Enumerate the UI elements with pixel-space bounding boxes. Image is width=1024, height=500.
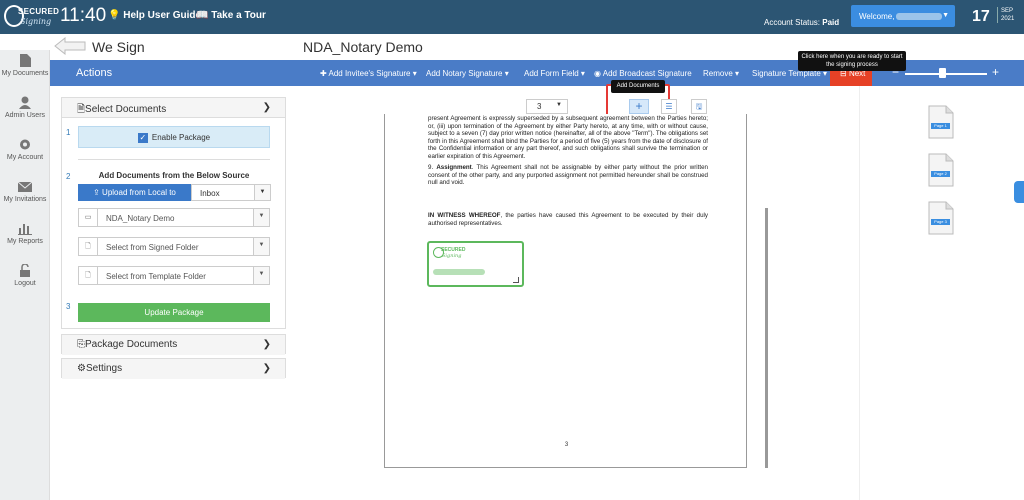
broadcast-icon: ◉ [594, 69, 601, 78]
settings-panel[interactable]: ⚙Settings ❯ [61, 358, 286, 379]
add-form-field-menu[interactable]: Add Form Field ▾ [524, 69, 585, 78]
date-day: 17 [972, 8, 990, 25]
chevron-down-icon: ❯ [262, 363, 271, 374]
book-icon: 📖 [196, 10, 209, 21]
settings-header[interactable]: ⚙Settings ❯ [62, 359, 285, 379]
help-user-guide-link[interactable]: 💡 Help User Guide [108, 10, 201, 21]
caret-down-icon: ▼ [942, 12, 949, 19]
signed-folder-select[interactable]: 🗋 Select from Signed Folder ▼ [78, 237, 270, 256]
zoom-in-button[interactable]: + [992, 65, 999, 79]
file-icon: 🗋 [79, 267, 98, 284]
file-icon: 🗋 [79, 238, 98, 255]
upload-icon: ⇪ [93, 188, 100, 197]
sidebar-item-my-account[interactable]: My Account [0, 134, 50, 176]
resize-handle-icon[interactable] [513, 277, 519, 283]
page-thumbnail-label: Page 2 [928, 153, 954, 187]
remove-menu[interactable]: Remove ▾ [703, 69, 739, 78]
package-documents-panel[interactable]: ⎘Package Documents ❯ [61, 334, 286, 355]
sidebar-item-logout[interactable]: Logout [0, 260, 50, 302]
blurred-username [896, 13, 943, 21]
signature-field[interactable]: SECURED Signing [427, 241, 524, 287]
add-source-title: Add Documents from the Below Source [98, 171, 250, 180]
update-package-button[interactable]: Update Package [78, 303, 270, 322]
file-icon: 🗎 [77, 104, 86, 115]
inbox-icon: ▭ [79, 209, 98, 226]
add-invitee-signature-menu[interactable]: ✚ Add Invitee's Signature ▾ [320, 69, 417, 78]
next-tooltip: Click here when you are ready to start t… [798, 51, 906, 71]
gear-icon [20, 139, 30, 150]
actions-title: Actions [76, 67, 113, 79]
app-title: We Sign [92, 39, 145, 55]
left-sidebar: My Documents Admin Users My Account My I… [0, 50, 50, 500]
package-documents-header[interactable]: ⎘Package Documents ❯ [62, 335, 285, 355]
select-documents-header[interactable]: 🗎Select Documents ❯ [62, 98, 285, 118]
sidebar-item-admin-users[interactable]: Admin Users [0, 92, 50, 134]
upload-from-local-button[interactable]: ⇪ Upload from Local to [78, 184, 191, 201]
envelope-icon [18, 181, 32, 192]
lock-icon [20, 264, 30, 277]
chevron-down-icon: ❯ [262, 102, 271, 113]
document-icon [20, 54, 31, 67]
check-icon: ✓ [137, 133, 148, 143]
zoom-slider-track[interactable] [905, 73, 987, 75]
reorder-icon[interactable]: ☰ [661, 99, 677, 114]
welcome-user-dropdown[interactable]: Welcome, ▼ [851, 5, 955, 27]
sidebar-item-my-reports[interactable]: My Reports [0, 218, 50, 260]
inbox-select[interactable]: Inbox ▼ [191, 184, 271, 201]
divider [78, 159, 270, 160]
sidebar-item-my-invitations[interactable]: My Invitations [0, 176, 50, 218]
add-documents-button[interactable]: + [629, 99, 649, 114]
chevron-down-icon: ❯ [262, 339, 271, 350]
zoom-slider-handle[interactable] [939, 68, 946, 78]
paragraph-term: present Agreement is expressly supersede… [428, 115, 708, 160]
page-select[interactable]: 3 ▼ [526, 99, 568, 114]
enable-package-checkbox[interactable]: ✓ Enable Package [78, 126, 270, 148]
chart-icon [18, 224, 32, 235]
paragraph-witness: IN WITNESS WHEREOF, the parties have cau… [428, 212, 709, 227]
caret-down-icon: ▼ [253, 209, 269, 226]
back-arrow-icon[interactable] [54, 37, 86, 55]
clock-time: 11:40 [60, 5, 107, 26]
secured-signing-logo[interactable]: SECURED Signing [4, 4, 59, 30]
document-title: NDA_Notary Demo [303, 39, 423, 55]
take-a-tour-link[interactable]: 📖 Take a Tour [196, 10, 266, 21]
side-tab[interactable] [1014, 181, 1024, 203]
add-broadcast-signature-menu[interactable]: ◉ Add Broadcast Signature [594, 69, 692, 78]
document-scrollbar[interactable] [765, 208, 768, 468]
caret-down-icon: ▼ [253, 238, 269, 255]
caret-down-icon: ▼ [556, 102, 562, 108]
document-page: present Agreement is expressly supersede… [384, 114, 747, 468]
document-select[interactable]: ▭ NDA_Notary Demo ▼ [78, 208, 270, 227]
blurred-signer-name [433, 269, 485, 275]
gear-icon: ⚙ [77, 363, 86, 374]
account-status: Account Status: Paid [764, 18, 840, 27]
bulb-icon: 💡 [108, 10, 121, 21]
top-bar: SECURED Signing 11:40 💡 Help User Guide … [0, 0, 1024, 34]
page-thumbnail-label: Page 1 [928, 105, 954, 139]
user-icon [19, 96, 31, 109]
add-notary-signature-menu[interactable]: Add Notary Signature ▾ [426, 69, 509, 78]
date-month-year: SEP 2021 [997, 7, 1014, 23]
caret-down-icon: ▼ [254, 185, 270, 200]
page-number: 3 [564, 442, 569, 448]
sidebar-item-my-documents[interactable]: My Documents [0, 50, 50, 92]
page-thumbnail-label: Page 3 [928, 201, 954, 235]
paragraph-assignment: 9. Assignment. This Agreement shall not … [428, 164, 708, 187]
add-documents-tooltip: Add Documents [611, 80, 665, 93]
template-folder-select[interactable]: 🗋 Select from Template Folder ▼ [78, 266, 270, 285]
package-icon: ⎘ [77, 339, 85, 350]
divider [859, 86, 860, 500]
caret-down-icon: ▼ [253, 267, 269, 284]
select-documents-panel: 🗎Select Documents ❯ 1 ✓ Enable Package 2 A… [61, 97, 286, 329]
secured-signing-logo: SECURED Signing [433, 246, 467, 262]
save-icon[interactable]: 🖫 [691, 99, 707, 114]
